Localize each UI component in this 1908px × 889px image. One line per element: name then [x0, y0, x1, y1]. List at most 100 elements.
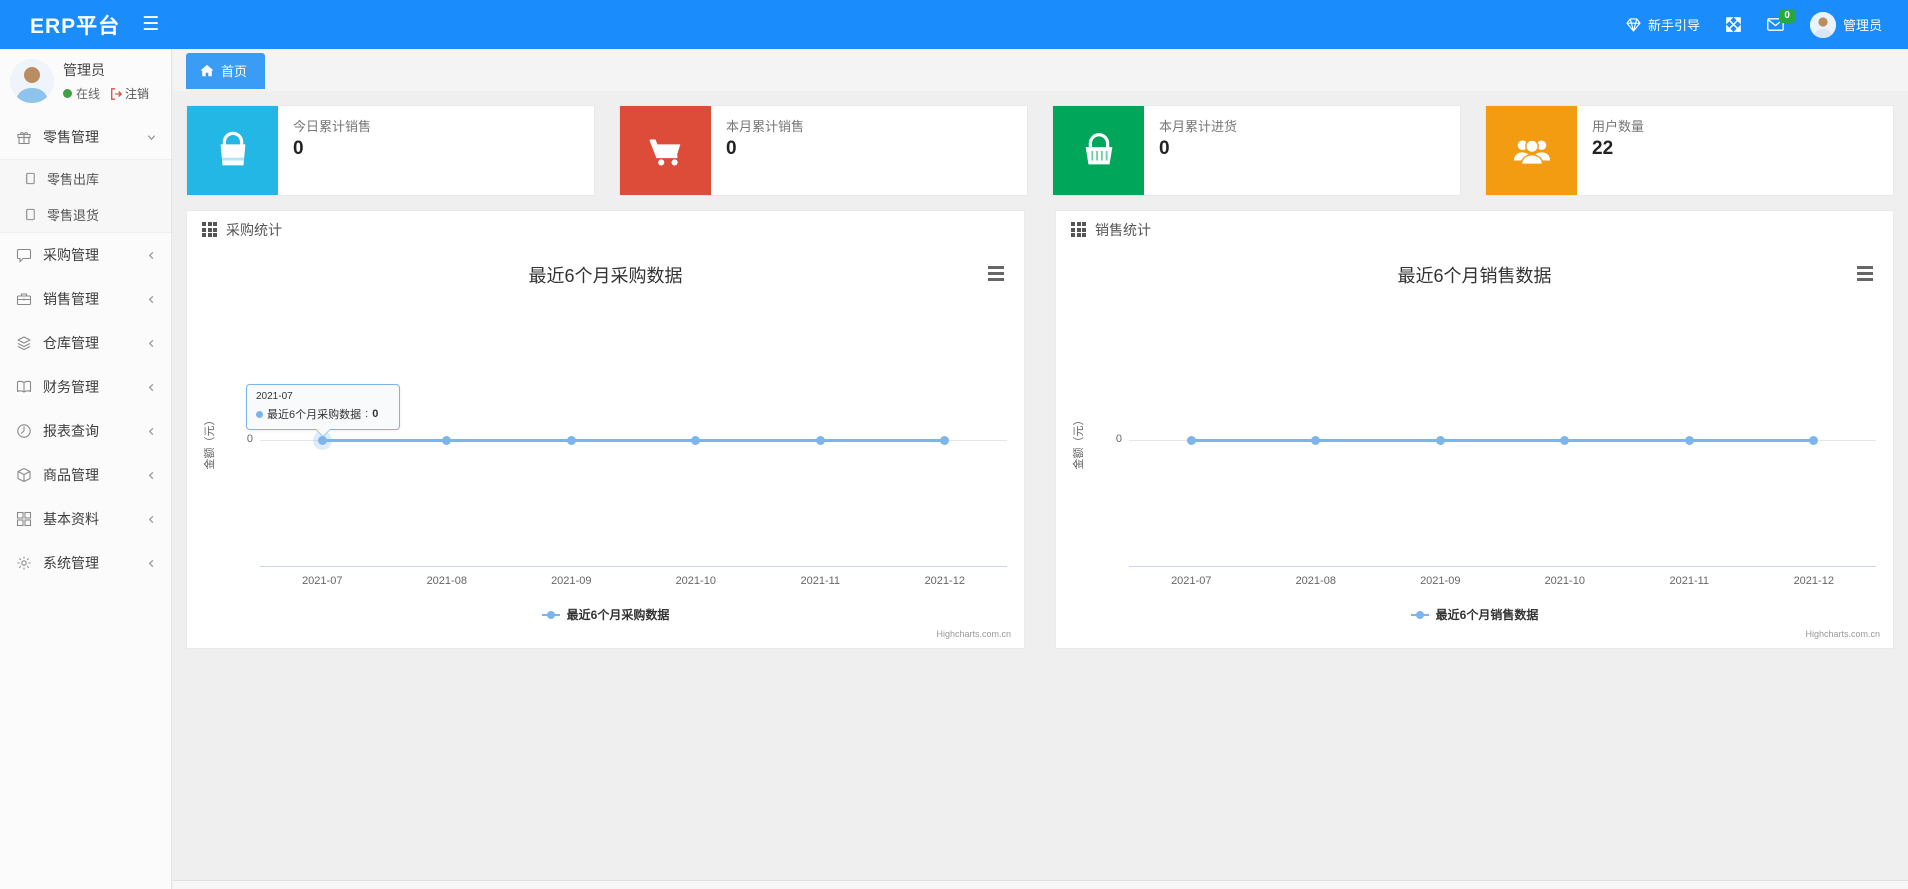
chevron-left-icon: [146, 426, 157, 437]
tab-home[interactable]: 首页: [186, 53, 266, 89]
card-value: 22: [1592, 138, 1614, 159]
sidebar-item-retail-outbound[interactable]: 零售出库: [0, 160, 171, 196]
data-point[interactable]: [566, 435, 576, 445]
guide-button[interactable]: 新手引导: [1626, 15, 1700, 34]
x-tick: 2021-09: [1420, 575, 1461, 587]
guide-label: 新手引导: [1647, 18, 1700, 33]
sidebar-item-retail-return[interactable]: 零售退货: [0, 196, 171, 232]
card-value: 0: [293, 138, 304, 159]
sidebar-item-sales[interactable]: 销售管理: [0, 277, 171, 321]
x-tick: 2021-11: [800, 575, 841, 587]
chart-credits[interactable]: Highcharts.com.cn: [936, 629, 1011, 639]
message-count-badge: 0: [1779, 9, 1795, 23]
sidebar-item-label: 销售管理: [43, 291, 99, 307]
sidebar-item-retail[interactable]: 零售管理: [0, 115, 171, 159]
panel-title: 采购统计: [226, 221, 282, 238]
card-today-sales[interactable]: 今日累计销售 0: [186, 105, 595, 196]
logout-link[interactable]: 注销: [110, 85, 149, 102]
chart-legend: 最近6个月采购数据: [187, 606, 1024, 623]
data-point[interactable]: [691, 435, 701, 445]
sidebar-item-label: 零售退货: [47, 207, 100, 223]
messages-button[interactable]: 0: [1767, 9, 1795, 31]
sales-chart: 最近6个月销售数据 金额（元） 0 2021-07 2021-08 2021-0…: [1056, 248, 1893, 648]
panel-title: 销售统计: [1095, 221, 1151, 238]
chevron-left-icon: [146, 338, 157, 349]
x-tick: 2021-09: [551, 575, 592, 587]
card-value: 0: [1159, 138, 1170, 159]
user-menu[interactable]: 管理员: [1809, 11, 1882, 38]
sidebar-username: 管理员: [63, 62, 105, 78]
data-point[interactable]: [815, 435, 825, 445]
chart-export-menu-icon[interactable]: [988, 266, 1004, 284]
sidebar-user-block: 管理员 在线 注销: [0, 49, 171, 115]
tooltip-series-label: 最近6个月采购数据: [267, 409, 362, 421]
data-point[interactable]: [442, 435, 452, 445]
data-point[interactable]: [1186, 435, 1196, 445]
x-tick: 2021-08: [1295, 575, 1336, 587]
sidebar-item-basic-data[interactable]: 基本资料: [0, 497, 171, 541]
online-status-dot: [63, 89, 72, 98]
tab-bar: 首页: [173, 49, 1908, 91]
sidebar-item-label: 零售管理: [43, 129, 99, 145]
sidebar-toggle-icon[interactable]: ☰: [142, 15, 159, 34]
sidebar-item-label: 财务管理: [43, 379, 99, 395]
fullscreen-icon: [1726, 17, 1741, 32]
user-avatar[interactable]: [10, 59, 54, 103]
panel-header: 销售统计: [1056, 211, 1893, 248]
sidebar-item-warehouse[interactable]: 仓库管理: [0, 321, 171, 365]
card-label: 本月累计销售: [726, 119, 805, 134]
chevron-left-icon: [146, 558, 157, 569]
file-icon: [24, 172, 38, 185]
marker-row: [1129, 435, 1876, 445]
sidebar-item-reports[interactable]: 报表查询: [0, 409, 171, 453]
card-month-purchase[interactable]: 本月累计进货 0: [1052, 105, 1461, 196]
legend-marker-icon: [541, 610, 560, 619]
sidebar-item-finance[interactable]: 财务管理: [0, 365, 171, 409]
shopping-bag-icon: [187, 106, 278, 195]
basket-icon: [1053, 106, 1144, 195]
tooltip-header: 2021-07: [256, 391, 293, 402]
th-grid-icon: [202, 222, 217, 237]
chart-export-menu-icon[interactable]: [1857, 266, 1873, 284]
sidebar-menu: 零售管理 零售出库 零售退货 采购管理 销售管理 仓库管理 财务管理 报表查询 …: [0, 115, 171, 585]
sidebar-item-products[interactable]: 商品管理: [0, 453, 171, 497]
comment-icon: [16, 247, 33, 263]
layers-icon: [16, 335, 33, 351]
legend-label[interactable]: 最近6个月采购数据: [567, 606, 670, 623]
panel-purchase-stats: 采购统计 最近6个月采购数据 金额（元） 0 2021-07 最近6个月采购数据…: [186, 210, 1025, 649]
card-user-count[interactable]: 用户数量 22: [1485, 105, 1894, 196]
sidebar-item-label: 系统管理: [43, 555, 99, 571]
x-axis-labels: 2021-07 2021-08 2021-09 2021-10 2021-11 …: [260, 575, 1007, 587]
x-tick: 2021-08: [426, 575, 467, 587]
tooltip-value: 0: [372, 408, 379, 420]
x-tick: 2021-07: [302, 575, 343, 587]
grid-icon: [16, 511, 33, 527]
app-logo: ERP平台: [30, 14, 121, 38]
y-axis-tick: 0: [1115, 433, 1122, 445]
y-axis-title: 金额（元）: [204, 414, 216, 470]
data-point[interactable]: [1809, 435, 1819, 445]
chart-credits[interactable]: Highcharts.com.cn: [1805, 629, 1880, 639]
top-navbar: ERP平台 ☰ 新手引导 0 管理员: [0, 0, 1908, 49]
legend-label[interactable]: 最近6个月销售数据: [1436, 606, 1539, 623]
data-point[interactable]: [1684, 435, 1694, 445]
data-point[interactable]: [1311, 435, 1321, 445]
stat-cards-row: 今日累计销售 0 本月累计销售 0 本月累计进货 0 用户数量 22: [186, 105, 1894, 196]
chevron-left-icon: [146, 514, 157, 525]
card-month-sales[interactable]: 本月累计销售 0: [619, 105, 1028, 196]
username-label: 管理员: [1842, 18, 1882, 33]
data-point[interactable]: [1560, 435, 1570, 445]
chevron-down-icon: [146, 132, 157, 143]
marker-row: [260, 435, 1007, 445]
fullscreen-button[interactable]: [1726, 17, 1741, 32]
sidebar-item-purchase[interactable]: 采购管理: [0, 233, 171, 277]
sidebar-item-system[interactable]: 系统管理: [0, 541, 171, 585]
home-icon: [200, 64, 214, 77]
sidebar-item-label: 报表查询: [43, 423, 99, 439]
x-tick: 2021-12: [924, 575, 965, 587]
data-point[interactable]: [940, 435, 950, 445]
data-point[interactable]: [1435, 435, 1445, 445]
box-icon: [16, 467, 33, 483]
card-label: 今日累计销售: [293, 119, 372, 134]
sign-out-icon: [111, 87, 123, 100]
